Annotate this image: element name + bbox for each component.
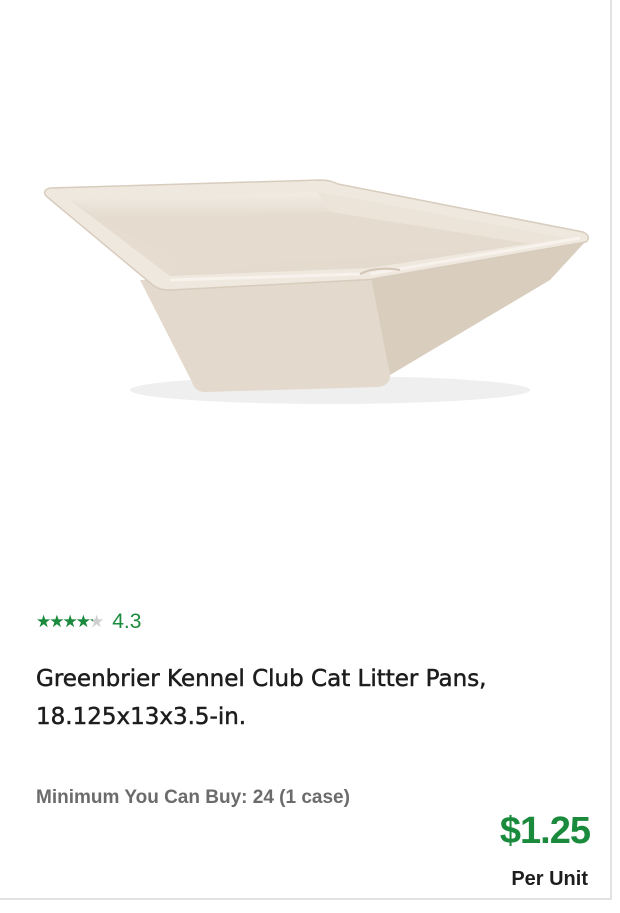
product-image[interactable] xyxy=(30,150,600,420)
minimum-quantity: Minimum You Can Buy: 24 (1 case) xyxy=(36,787,350,808)
rating-value: 4.3 xyxy=(112,610,142,633)
product-title[interactable]: Greenbrier Kennel Club Cat Litter Pans, … xyxy=(36,660,596,736)
price: $1.25 xyxy=(499,810,591,852)
price-unit: Per Unit xyxy=(511,868,588,890)
product-card[interactable]: ★★★★★ ★★★★★ 4.3 Greenbrier Kennel Club C… xyxy=(0,0,612,900)
rating[interactable]: ★★★★★ ★★★★★ 4.3 xyxy=(36,610,141,634)
rating-stars-icon: ★★★★★ ★★★★★ xyxy=(36,611,104,632)
